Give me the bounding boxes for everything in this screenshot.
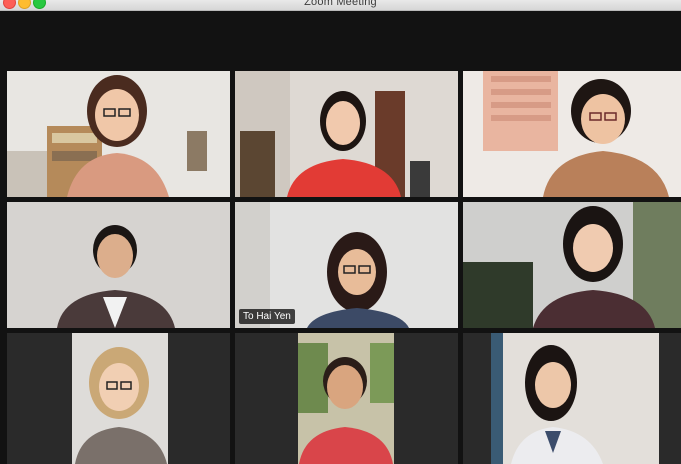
video-tile-2[interactable] bbox=[235, 71, 458, 197]
participant-video-9 bbox=[463, 333, 681, 464]
video-tile-3[interactable] bbox=[463, 71, 681, 197]
video-tile-6[interactable] bbox=[463, 202, 681, 328]
video-tile-active-speaker[interactable]: To Hai Yen bbox=[235, 202, 458, 328]
participant-video-3 bbox=[463, 71, 681, 197]
video-tile-4[interactable] bbox=[7, 202, 230, 328]
participant-video-6 bbox=[463, 202, 681, 328]
video-tile-1[interactable] bbox=[7, 71, 230, 197]
window-titlebar: Zoom Meeting bbox=[0, 0, 681, 11]
participant-video-4 bbox=[7, 202, 230, 328]
participant-video-1 bbox=[7, 71, 230, 197]
participant-video-8 bbox=[235, 333, 458, 464]
video-tile-7[interactable] bbox=[7, 333, 230, 464]
video-gallery: To Hai Yen bbox=[0, 11, 681, 464]
video-tile-9[interactable] bbox=[463, 333, 681, 464]
participant-name-label: To Hai Yen bbox=[239, 309, 295, 324]
participant-video-2 bbox=[235, 71, 458, 197]
participant-video-7 bbox=[7, 333, 230, 464]
video-tile-8[interactable] bbox=[235, 333, 458, 464]
window-title: Zoom Meeting bbox=[304, 0, 377, 8]
